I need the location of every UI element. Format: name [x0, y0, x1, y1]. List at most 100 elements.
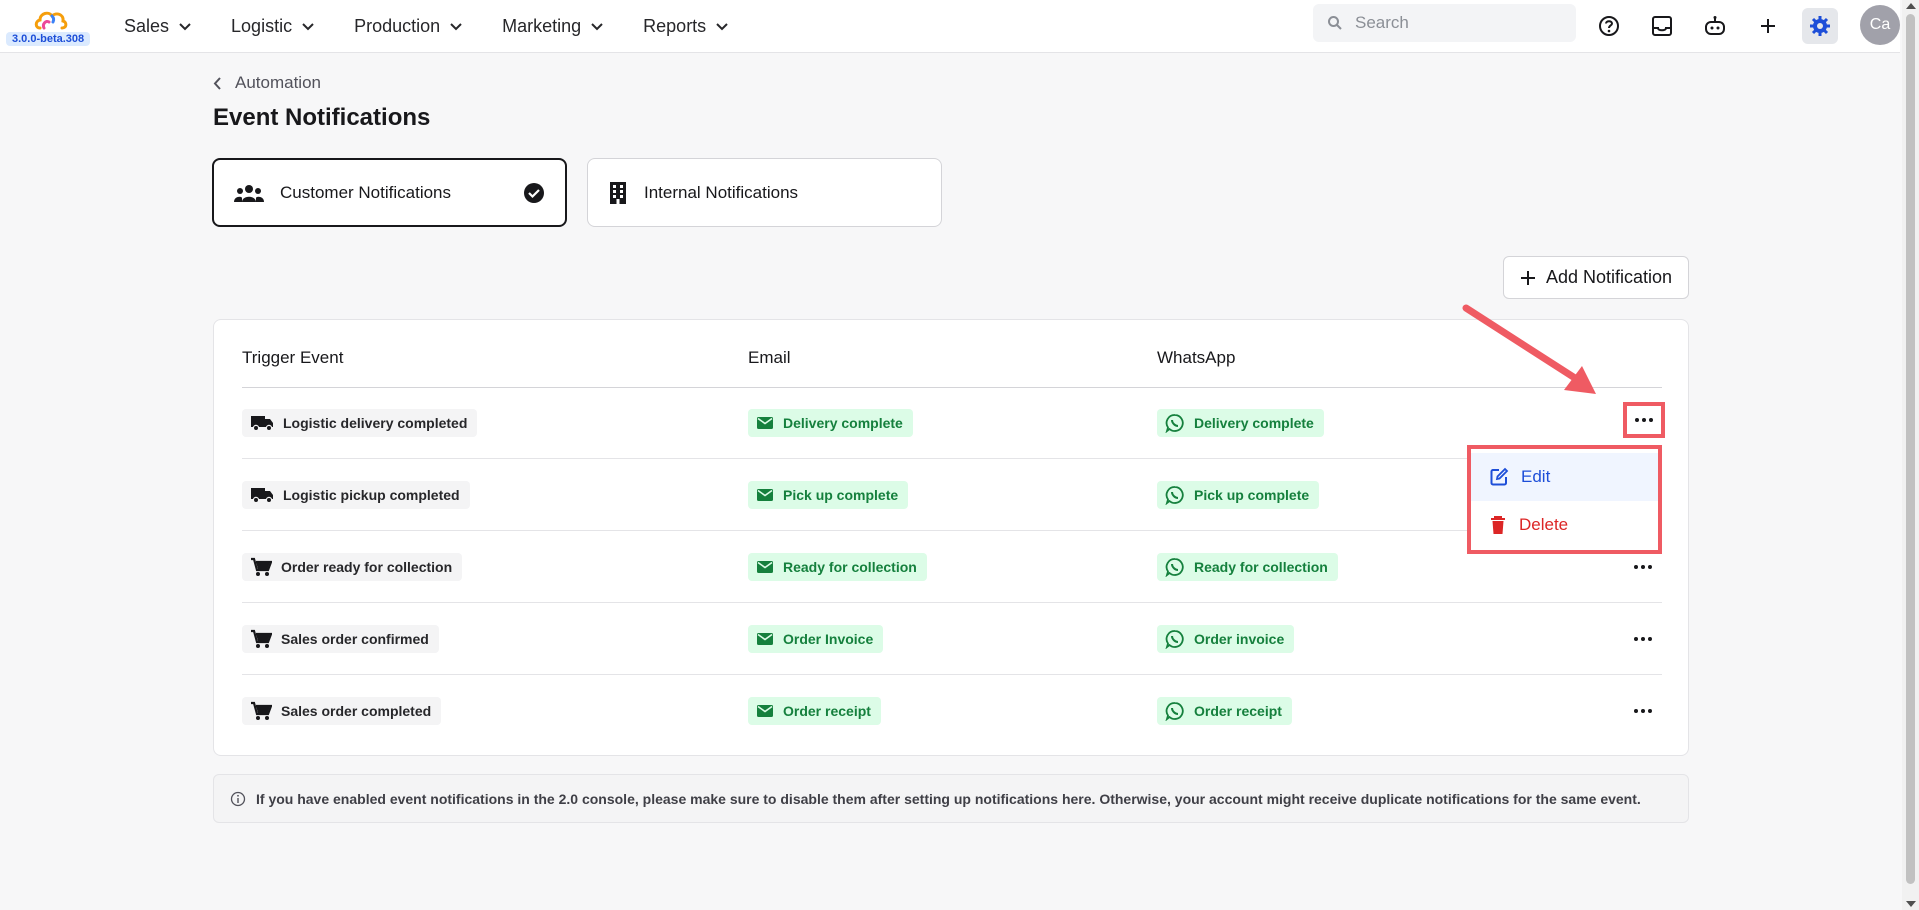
cart-icon — [251, 629, 272, 648]
chevron-left-icon — [213, 76, 221, 90]
top-bar: 3.0.0-beta.308 Sales Logistic Production… — [0, 0, 1900, 53]
building-icon — [610, 181, 626, 204]
email-template-label: Order receipt — [783, 703, 871, 719]
whatsapp-template-label: Ready for collection — [1194, 559, 1328, 575]
scroll-thumb[interactable] — [1906, 14, 1915, 884]
nav-label: Reports — [643, 16, 707, 36]
email-template-label: Delivery complete — [783, 415, 903, 431]
robot-icon — [1705, 16, 1725, 35]
whatsapp-template-chip[interactable]: Delivery complete — [1157, 409, 1324, 437]
whatsapp-template-chip[interactable]: Order receipt — [1157, 697, 1292, 725]
breadcrumb[interactable]: Automation — [213, 73, 321, 93]
trigger-label: Sales order confirmed — [281, 631, 429, 647]
email-template-chip[interactable]: Pick up complete — [748, 481, 909, 509]
email-template-chip[interactable]: Ready for collection — [748, 553, 927, 581]
trigger-label: Order ready for collection — [281, 559, 453, 575]
trigger-chip: Logistic delivery completed — [242, 409, 478, 437]
add-notification-label: Add Notification — [1545, 267, 1673, 287]
search-box[interactable] — [1313, 4, 1576, 42]
row-actions-button[interactable] — [1623, 402, 1665, 438]
search-input[interactable] — [1355, 13, 1555, 33]
info-icon — [230, 791, 246, 806]
table-row: Logistic delivery completed Delivery com… — [242, 387, 1665, 459]
app-logo[interactable]: 3.0.0-beta.308 — [6, 6, 96, 48]
help-button[interactable] — [1591, 8, 1627, 44]
email-template-chip[interactable]: Order receipt — [748, 697, 881, 725]
edit-icon — [1490, 467, 1509, 486]
nav-sales[interactable]: Sales — [124, 16, 191, 37]
mail-icon — [757, 489, 773, 501]
trigger-chip: Sales order confirmed — [242, 625, 439, 653]
info-text: If you have enabled event notifications … — [256, 790, 1641, 807]
whatsapp-icon — [1165, 558, 1184, 577]
nav-label: Production — [354, 16, 441, 36]
help-icon — [1599, 16, 1619, 36]
whatsapp-icon — [1165, 702, 1184, 721]
email-template-chip[interactable]: Delivery complete — [748, 409, 913, 437]
email-template-chip[interactable]: Order Invoice — [748, 625, 884, 653]
cart-icon — [251, 557, 272, 576]
gear-icon — [1810, 16, 1830, 36]
mail-icon — [757, 417, 773, 429]
mail-icon — [757, 561, 773, 573]
menu-item-edit[interactable]: Edit — [1471, 453, 1658, 501]
plus-icon — [1520, 270, 1535, 285]
trigger-label: Logistic delivery completed — [283, 415, 468, 431]
tab-internal-notifications[interactable]: Internal Notifications — [587, 158, 942, 227]
trigger-chip: Order ready for collection — [242, 553, 463, 581]
row-actions-button[interactable] — [1628, 553, 1658, 581]
header-trigger-event: Trigger Event — [242, 348, 344, 367]
nav-production[interactable]: Production — [354, 16, 462, 37]
header-whatsapp: WhatsApp — [1157, 348, 1236, 367]
tab-label: Internal Notifications — [644, 182, 799, 202]
menu-item-label: Edit — [1521, 467, 1551, 486]
more-horizontal-icon — [1634, 637, 1652, 641]
table-row: Logistic pickup completed Pick up comple… — [242, 459, 1662, 531]
whatsapp-template-label: Delivery complete — [1194, 415, 1314, 431]
tab-customer-notifications[interactable]: Customer Notifications — [212, 158, 567, 227]
table-row: Sales order confirmed Order Invoice Orde… — [242, 603, 1662, 675]
whatsapp-template-chip[interactable]: Pick up complete — [1157, 481, 1320, 509]
inbox-button[interactable] — [1644, 8, 1680, 44]
nav-label: Marketing — [502, 16, 582, 36]
whatsapp-icon — [1165, 414, 1184, 433]
search-icon — [1328, 16, 1342, 30]
annotation-arrow-icon — [1462, 304, 1596, 394]
header-email: Email — [748, 348, 791, 367]
truck-icon — [251, 488, 273, 504]
assistant-button[interactable] — [1697, 8, 1733, 44]
row-actions-button[interactable] — [1628, 697, 1658, 725]
nav-label: Sales — [124, 16, 170, 36]
check-circle-icon — [524, 183, 544, 203]
chevron-down-icon — [302, 22, 314, 30]
table-row: Order ready for collection Ready for col… — [242, 531, 1662, 603]
user-avatar[interactable]: Ca — [1860, 5, 1900, 45]
scroll-up-arrow-icon[interactable] — [1906, 3, 1916, 9]
chevron-down-icon — [591, 22, 603, 30]
nav-logistic[interactable]: Logistic — [231, 16, 314, 37]
settings-button[interactable] — [1802, 8, 1838, 44]
create-button[interactable] — [1750, 8, 1786, 44]
menu-item-label: Delete — [1519, 515, 1569, 534]
trigger-label: Logistic pickup completed — [283, 487, 460, 503]
scroll-down-arrow-icon[interactable] — [1906, 901, 1916, 907]
version-badge: 3.0.0-beta.308 — [6, 32, 91, 46]
chevron-down-icon — [716, 22, 728, 30]
row-actions-menu: Edit Delete — [1467, 445, 1662, 554]
whatsapp-template-label: Order receipt — [1194, 703, 1282, 719]
add-notification-button[interactable]: Add Notification — [1503, 256, 1689, 299]
mail-icon — [757, 705, 773, 717]
breadcrumb-label: Automation — [235, 73, 321, 92]
nav-marketing[interactable]: Marketing — [502, 16, 603, 37]
nav-reports[interactable]: Reports — [643, 16, 728, 37]
mail-icon — [757, 633, 773, 645]
info-banner: If you have enabled event notifications … — [213, 774, 1689, 823]
vertical-scrollbar[interactable] — [1902, 0, 1919, 910]
menu-item-delete[interactable]: Delete — [1471, 501, 1658, 549]
more-horizontal-icon — [1634, 565, 1652, 569]
truck-icon — [251, 416, 273, 432]
whatsapp-template-chip[interactable]: Ready for collection — [1157, 553, 1338, 581]
row-actions-button[interactable] — [1628, 625, 1658, 653]
cloud-logo-icon — [34, 11, 68, 30]
whatsapp-template-chip[interactable]: Order invoice — [1157, 625, 1295, 653]
